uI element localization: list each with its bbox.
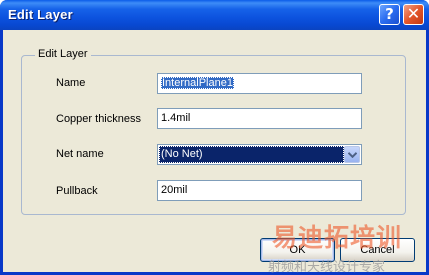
close-button[interactable]: ✕ [403, 4, 424, 25]
watermark-subtitle: 射频和天线设计专家 [268, 260, 386, 275]
net-name-dropdown[interactable]: (No Net) [157, 144, 362, 165]
pullback-value: 20mil [161, 184, 188, 196]
copper-thickness-field[interactable]: 1.4mil [157, 108, 362, 129]
dropdown-arrow-button[interactable] [344, 146, 360, 163]
help-button[interactable]: ? [379, 4, 400, 25]
watermark-logo-text: 易迪拓培训 [272, 223, 403, 252]
net-name-label: Net name [56, 148, 104, 160]
close-icon: ✕ [406, 4, 421, 23]
name-field-value: InternalPlane1 [161, 77, 234, 89]
window-title: Edit Layer [8, 7, 73, 22]
chevron-down-icon [348, 152, 357, 158]
help-icon: ? [385, 5, 394, 23]
copper-thickness-value: 1.4mil [161, 112, 191, 124]
groupbox-title: Edit Layer [35, 48, 91, 60]
name-field[interactable]: InternalPlane1 [157, 73, 362, 94]
pullback-label: Pullback [56, 185, 98, 197]
name-label: Name [56, 77, 86, 89]
net-name-selected-value: (No Net) [159, 146, 344, 163]
title-bar[interactable]: Edit Layer ? ✕ [0, 0, 429, 30]
pullback-field[interactable]: 20mil [157, 180, 362, 201]
copper-thickness-label: Copper thickness [56, 113, 141, 125]
